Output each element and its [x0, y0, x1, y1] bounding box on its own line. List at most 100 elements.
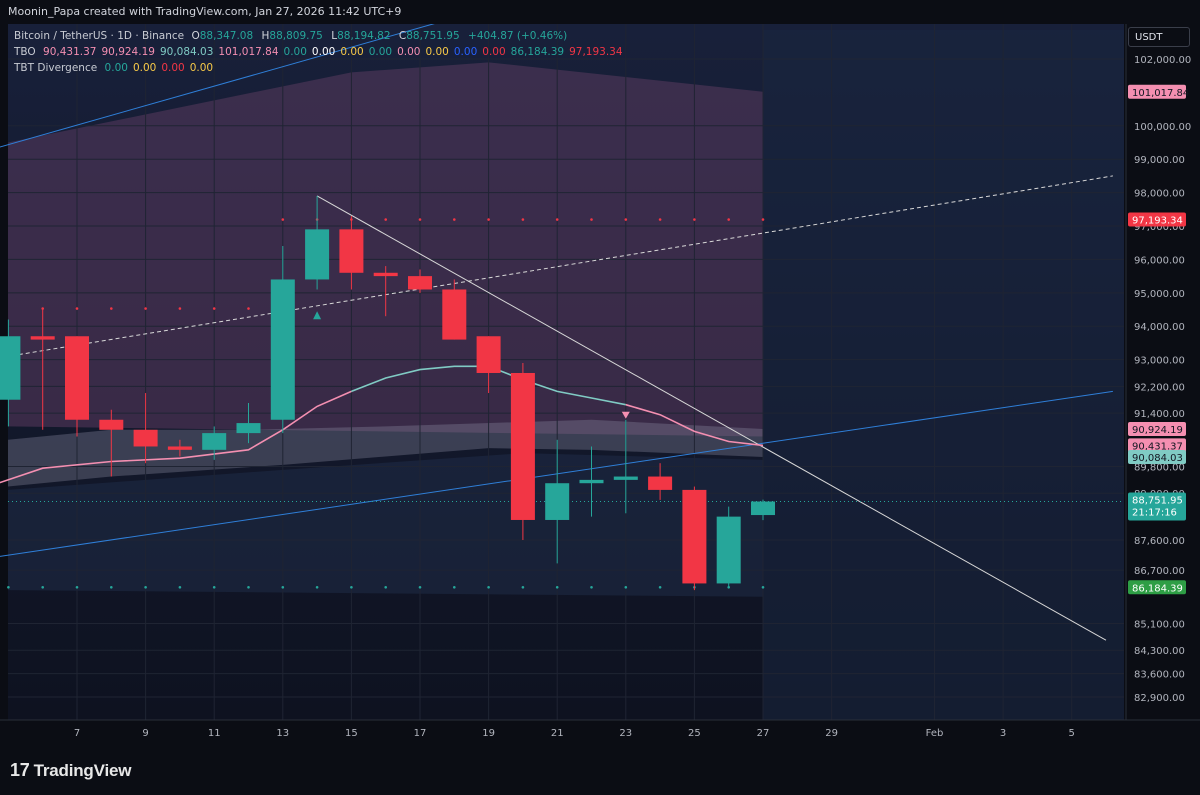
candle-body — [716, 516, 741, 584]
support-dot — [110, 585, 113, 589]
resistance-dot — [41, 307, 44, 310]
legend-low: 88,194.82 — [337, 30, 391, 42]
support-dot — [7, 585, 10, 589]
legend-row-tbo: TBO 90,431.37 90,924.19 90,084.03 101,017.8… — [14, 44, 628, 60]
support-dot — [384, 585, 388, 589]
legend-tbo-value: 101,017.84 — [218, 46, 279, 58]
legend-tbt-value: 0.00 — [132, 62, 157, 74]
currency-button[interactable]: USDT — [1128, 27, 1190, 47]
support-dot — [75, 585, 79, 589]
price-tick-label: 91,400.00 — [1134, 409, 1185, 420]
legend-tbo-value: 0.00 — [283, 46, 307, 58]
support-dot — [590, 585, 593, 589]
time-tick-label: 11 — [208, 728, 221, 739]
footer: 17 TradingView — [0, 748, 1200, 795]
resistance-dot — [178, 307, 182, 310]
price-tick-label: 100,000.00 — [1134, 122, 1191, 133]
candle-body — [442, 289, 467, 340]
legend-tbo-value: 0.00 — [397, 46, 421, 58]
price-label-text: 90,924.19 — [1132, 425, 1183, 436]
resistance-dot — [281, 218, 285, 221]
price-label: 97,193.34 — [1128, 212, 1186, 227]
legend-open: 88,347.08 — [199, 30, 254, 42]
legend-change: +404.87 (+0.46%) — [468, 30, 568, 42]
support-dot — [453, 585, 456, 589]
resistance-dot — [453, 218, 456, 221]
time-tick-label: 5 — [1069, 728, 1075, 739]
candle-body — [751, 501, 775, 516]
time-tick-label: 21 — [551, 728, 564, 739]
time-tick-label: 7 — [74, 728, 80, 739]
legend-tbo-value: 97,193.34 — [569, 46, 623, 58]
tradingview-logo-text: TradingView — [33, 761, 132, 780]
tradingview-logo-icon: 17 — [10, 760, 30, 780]
candle-body — [648, 476, 673, 490]
price-label: 86,184.39 — [1128, 580, 1186, 595]
legend-tbo-value: 0.00 — [425, 46, 449, 58]
legend-tbo-value: 0.00 — [453, 46, 478, 58]
price-tick-label: 92,200.00 — [1134, 382, 1185, 393]
resistance-dot — [487, 218, 490, 221]
price-label-text: 97,193.34 — [1132, 216, 1183, 227]
legend-tbt-label: TBT Divergence — [14, 62, 98, 74]
legend-tbo-value: 0.00 — [368, 46, 393, 58]
price-label: 101,017.84 — [1128, 84, 1189, 99]
time-tick-label: 9 — [142, 728, 148, 739]
time-tick-label: 15 — [345, 728, 358, 739]
price-tick-label: 94,000.00 — [1134, 322, 1185, 333]
candle-body — [99, 419, 124, 430]
candle-body — [305, 229, 330, 280]
tradingview-logo[interactable]: 17 TradingView — [10, 760, 131, 781]
price-tick-label: 99,000.00 — [1134, 155, 1185, 166]
time-tick-label: 19 — [482, 728, 495, 739]
support-dot — [624, 585, 628, 589]
candle-body — [510, 372, 535, 520]
price-tick-label: 82,900.00 — [1134, 693, 1185, 704]
price-tick-label: 96,000.00 — [1134, 255, 1185, 266]
legend-tbo-label: TBO — [14, 46, 36, 58]
candle-body — [476, 336, 501, 373]
legend-tbo-value: 0.00 — [340, 46, 364, 58]
price-tick-label: 95,000.00 — [1134, 289, 1185, 300]
legend-close: 88,751.95 — [406, 30, 460, 42]
price-label-text: 90,084.03 — [1132, 453, 1183, 464]
candle-body — [579, 479, 604, 484]
candle-body — [613, 476, 638, 480]
legend-row-symbol: Bitcoin / TetherUS · 1D · Binance O88,34… — [14, 28, 628, 44]
price-tick-label: 102,000.00 — [1134, 55, 1191, 66]
resistance-dot — [624, 218, 628, 221]
price-tick-label: 98,000.00 — [1134, 189, 1185, 200]
candle-body — [373, 272, 398, 277]
legend-tbo-value: 90,084.03 — [159, 46, 214, 58]
legend-high: 88,809.75 — [269, 30, 323, 42]
chart-legend: Bitcoin / TetherUS · 1D · Binance O88,34… — [14, 28, 628, 76]
support-dot — [487, 585, 490, 589]
support-dot — [178, 585, 182, 589]
support-dot — [658, 585, 662, 589]
time-tick-label: 3 — [1000, 728, 1006, 739]
price-tick-label: 85,100.00 — [1134, 620, 1185, 631]
price-label: 88,751.9521:17:16 — [1128, 492, 1186, 521]
support-dot — [761, 585, 765, 589]
candle-body — [339, 229, 364, 273]
time-tick-label: 27 — [757, 728, 770, 739]
price-label: 90,924.19 — [1128, 421, 1186, 436]
legend-tbt-value: 0.00 — [104, 62, 128, 74]
resistance-dot — [75, 307, 79, 310]
price-tick-label: 89,800.00 — [1134, 463, 1185, 474]
resistance-dot — [144, 307, 147, 310]
time-tick-label: Feb — [926, 728, 944, 739]
price-tick-label: 87,600.00 — [1134, 536, 1185, 547]
support-dot — [41, 585, 44, 589]
support-dot — [521, 585, 525, 589]
candle-body — [682, 489, 707, 584]
legend-tbo-value: 0.00 — [482, 46, 506, 58]
price-chart[interactable]: 102,000.00100,000.0099,000.0098,000.0097… — [0, 24, 1200, 748]
price-label-text: 88,751.95 — [1132, 496, 1183, 507]
price-label-countdown: 21:17:16 — [1132, 508, 1177, 519]
resistance-dot — [693, 218, 696, 221]
legend-open-label: O — [191, 30, 200, 42]
resistance-dot — [212, 307, 216, 310]
legend-row-tbt: TBT Divergence 0.00 0.00 0.00 0.00 — [14, 60, 628, 76]
resistance-dot — [555, 218, 559, 221]
